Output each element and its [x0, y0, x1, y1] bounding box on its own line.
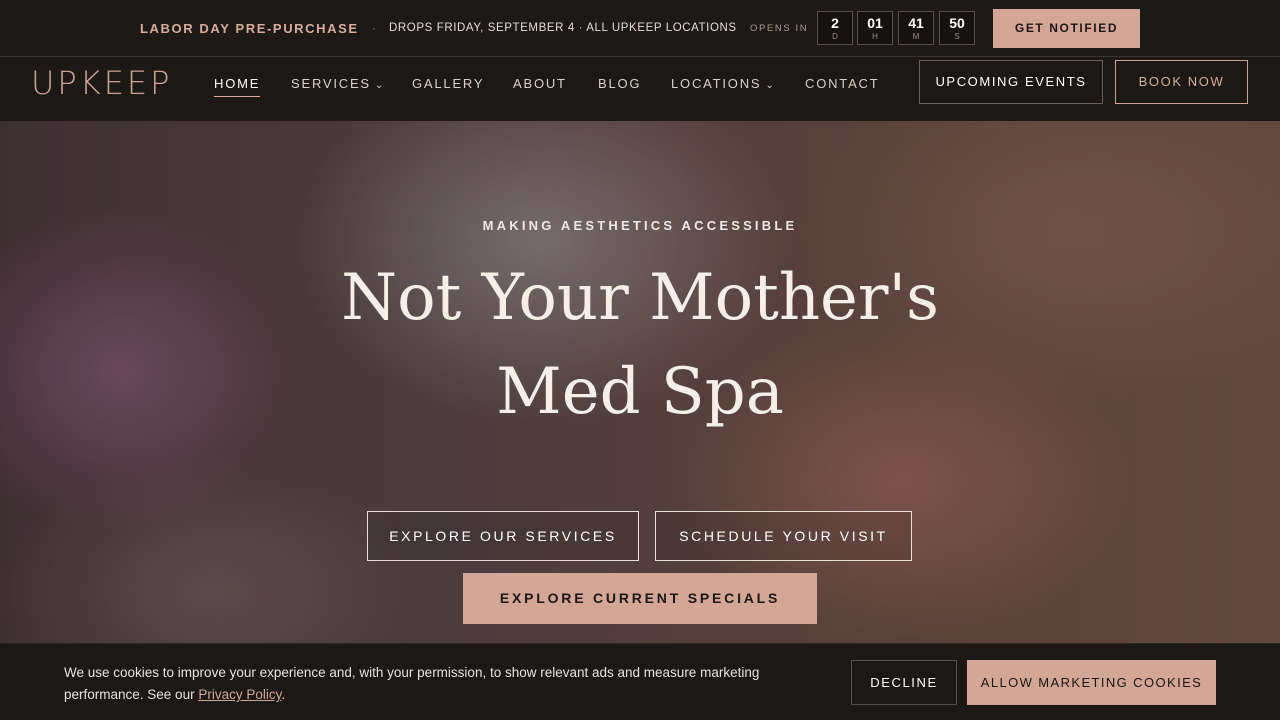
countdown-value: 01 — [867, 15, 883, 31]
decline-cookies-button[interactable]: DECLINE — [851, 660, 957, 705]
nav-item-gallery[interactable]: GALLERY — [412, 76, 484, 91]
countdown-value: 41 — [908, 15, 924, 31]
nav-item-label: BLOG — [598, 76, 642, 91]
nav-item-home[interactable]: HOME — [214, 76, 261, 97]
nav-item-label: SERVICES — [291, 76, 371, 91]
cookie-text: We use cookies to improve your experienc… — [64, 662, 824, 706]
explore-services-button[interactable]: EXPLORE OUR SERVICES — [367, 511, 639, 561]
hero-section: MAKING AESTHETICS ACCESSIBLE Not Your Mo… — [0, 121, 1280, 643]
nav-item-services[interactable]: SERVICES ⌄ — [291, 76, 385, 91]
countdown-days: 2 D — [817, 11, 853, 45]
promo-info: DROPS FRIDAY, SEPTEMBER 4 · ALL UPKEEP L… — [389, 22, 737, 34]
book-now-button[interactable]: BOOK NOW — [1115, 60, 1248, 104]
nav-item-about[interactable]: ABOUT — [513, 76, 567, 91]
promo-separator: · — [372, 21, 376, 35]
countdown-hours: 01 H — [857, 11, 893, 45]
nav-item-blog[interactable]: BLOG — [598, 76, 641, 91]
hero-headline: Not Your Mother's Med Spa — [0, 251, 1280, 439]
logo[interactable]: UPKEEP — [31, 64, 172, 102]
headline-line: Med Spa — [496, 355, 784, 429]
upcoming-events-button[interactable]: UPCOMING EVENTS — [919, 60, 1103, 104]
privacy-policy-link[interactable]: Privacy Policy — [198, 687, 281, 702]
countdown-unit: M — [912, 32, 920, 41]
schedule-visit-button[interactable]: SCHEDULE YOUR VISIT — [655, 511, 912, 561]
nav-item-label: ABOUT — [513, 76, 567, 91]
nav-item-label: LOCATIONS — [671, 76, 762, 91]
nav-item-label: CONTACT — [805, 76, 880, 91]
countdown-minutes: 41 M — [898, 11, 934, 45]
chevron-down-icon: ⌄ — [765, 80, 776, 91]
nav-item-label: HOME — [214, 76, 261, 91]
nav-item-contact[interactable]: CONTACT — [805, 76, 879, 91]
chevron-down-icon: ⌄ — [374, 80, 386, 91]
countdown-unit: H — [872, 32, 878, 41]
get-notified-button[interactable]: GET NOTIFIED — [993, 9, 1140, 48]
cookie-banner: We use cookies to improve your experienc… — [0, 643, 1280, 720]
countdown-unit: D — [832, 32, 838, 41]
nav-item-label: GALLERY — [412, 76, 485, 91]
countdown-value: 50 — [949, 15, 965, 31]
opens-in-label: OPENS IN — [750, 23, 809, 34]
allow-cookies-button[interactable]: ALLOW MARKETING COOKIES — [967, 660, 1216, 705]
cookie-text-end: . — [281, 687, 286, 702]
countdown-value: 2 — [831, 15, 839, 31]
cookie-text-body: We use cookies to improve your experienc… — [64, 665, 760, 702]
explore-specials-button[interactable]: EXPLORE CURRENT SPECIALS — [463, 573, 817, 624]
promo-bar: LABOR DAY PRE-PURCHASE · DROPS FRIDAY, S… — [0, 0, 1280, 57]
hero-eyebrow: MAKING AESTHETICS ACCESSIBLE — [482, 218, 798, 233]
headline-line: Not Your Mother's — [341, 261, 939, 335]
nav-item-locations[interactable]: LOCATIONS ⌄ — [671, 76, 776, 91]
promo-title: LABOR DAY PRE-PURCHASE — [140, 21, 359, 36]
countdown-unit: S — [954, 32, 960, 41]
countdown-seconds: 50 S — [939, 11, 975, 45]
